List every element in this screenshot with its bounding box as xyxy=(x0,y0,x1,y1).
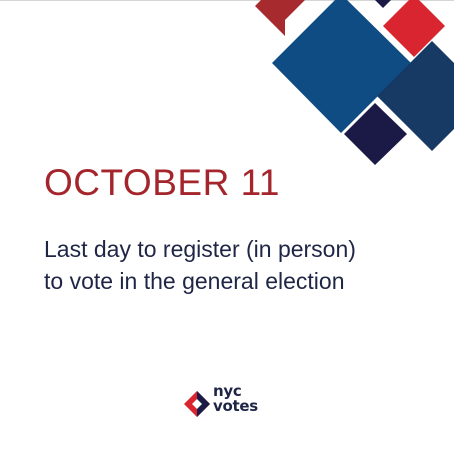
nyc-votes-logo: nyc votes xyxy=(183,384,283,418)
deadline-message: Last day to register (in person) to vote… xyxy=(44,233,444,297)
tile-navy-top xyxy=(375,0,391,8)
deadline-date: OCTOBER 11 xyxy=(44,162,280,203)
logo-word-votes: votes xyxy=(213,397,258,415)
message-line-1: Last day to register (in person) xyxy=(44,236,356,262)
logo-wordmark: nyc votes xyxy=(213,384,258,414)
deadline-card: OCTOBER 11 Last day to register (in pers… xyxy=(0,0,454,454)
nyc-votes-diamond-icon xyxy=(184,391,210,417)
message-line-2: to vote in the general election xyxy=(44,268,345,294)
